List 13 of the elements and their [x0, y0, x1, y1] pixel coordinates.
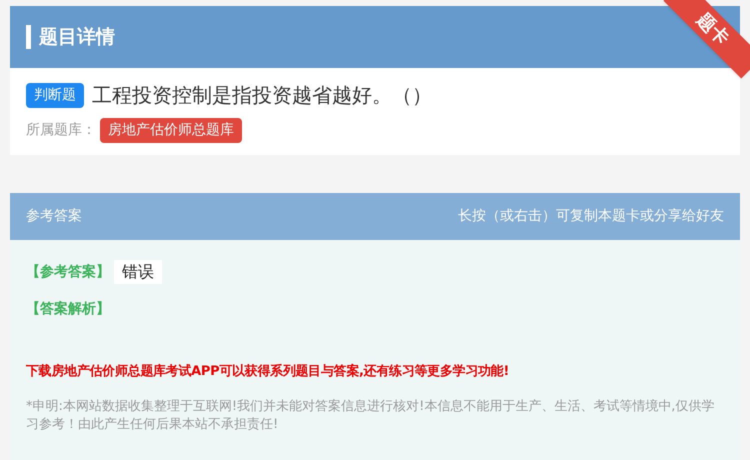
question-type-badge: 判断题: [26, 82, 84, 108]
page-title: 题目详情: [39, 24, 115, 50]
accent-bar: [26, 25, 31, 49]
question-text: 工程投资控制是指投资越省越好。（）: [92, 82, 432, 109]
answer-label: 【参考答案】: [26, 262, 110, 282]
disclaimer-text: *申明:本网站数据收集整理于互联网!我们并未能对答案信息进行核对!本信息不能用于生产、生活、考试等情境中,仅供学习参考！由此产生任何后果本站不承担责任!: [26, 398, 716, 434]
answer-value: 错误: [114, 260, 162, 284]
answer-title: 参考答案: [26, 207, 82, 226]
bank-label: 所属题库：: [26, 121, 96, 140]
analysis-label: 【答案解析】: [26, 301, 110, 317]
share-hint: 长按（或右击）可复制本题卡或分享给好友: [458, 207, 724, 226]
bank-tag[interactable]: 房地产估价师总题库: [100, 118, 242, 143]
app-promo-text: 下载房地产估价师总题库考试APP可以获得系列题目与答案,还有练习等更多学习功能!: [26, 362, 510, 381]
